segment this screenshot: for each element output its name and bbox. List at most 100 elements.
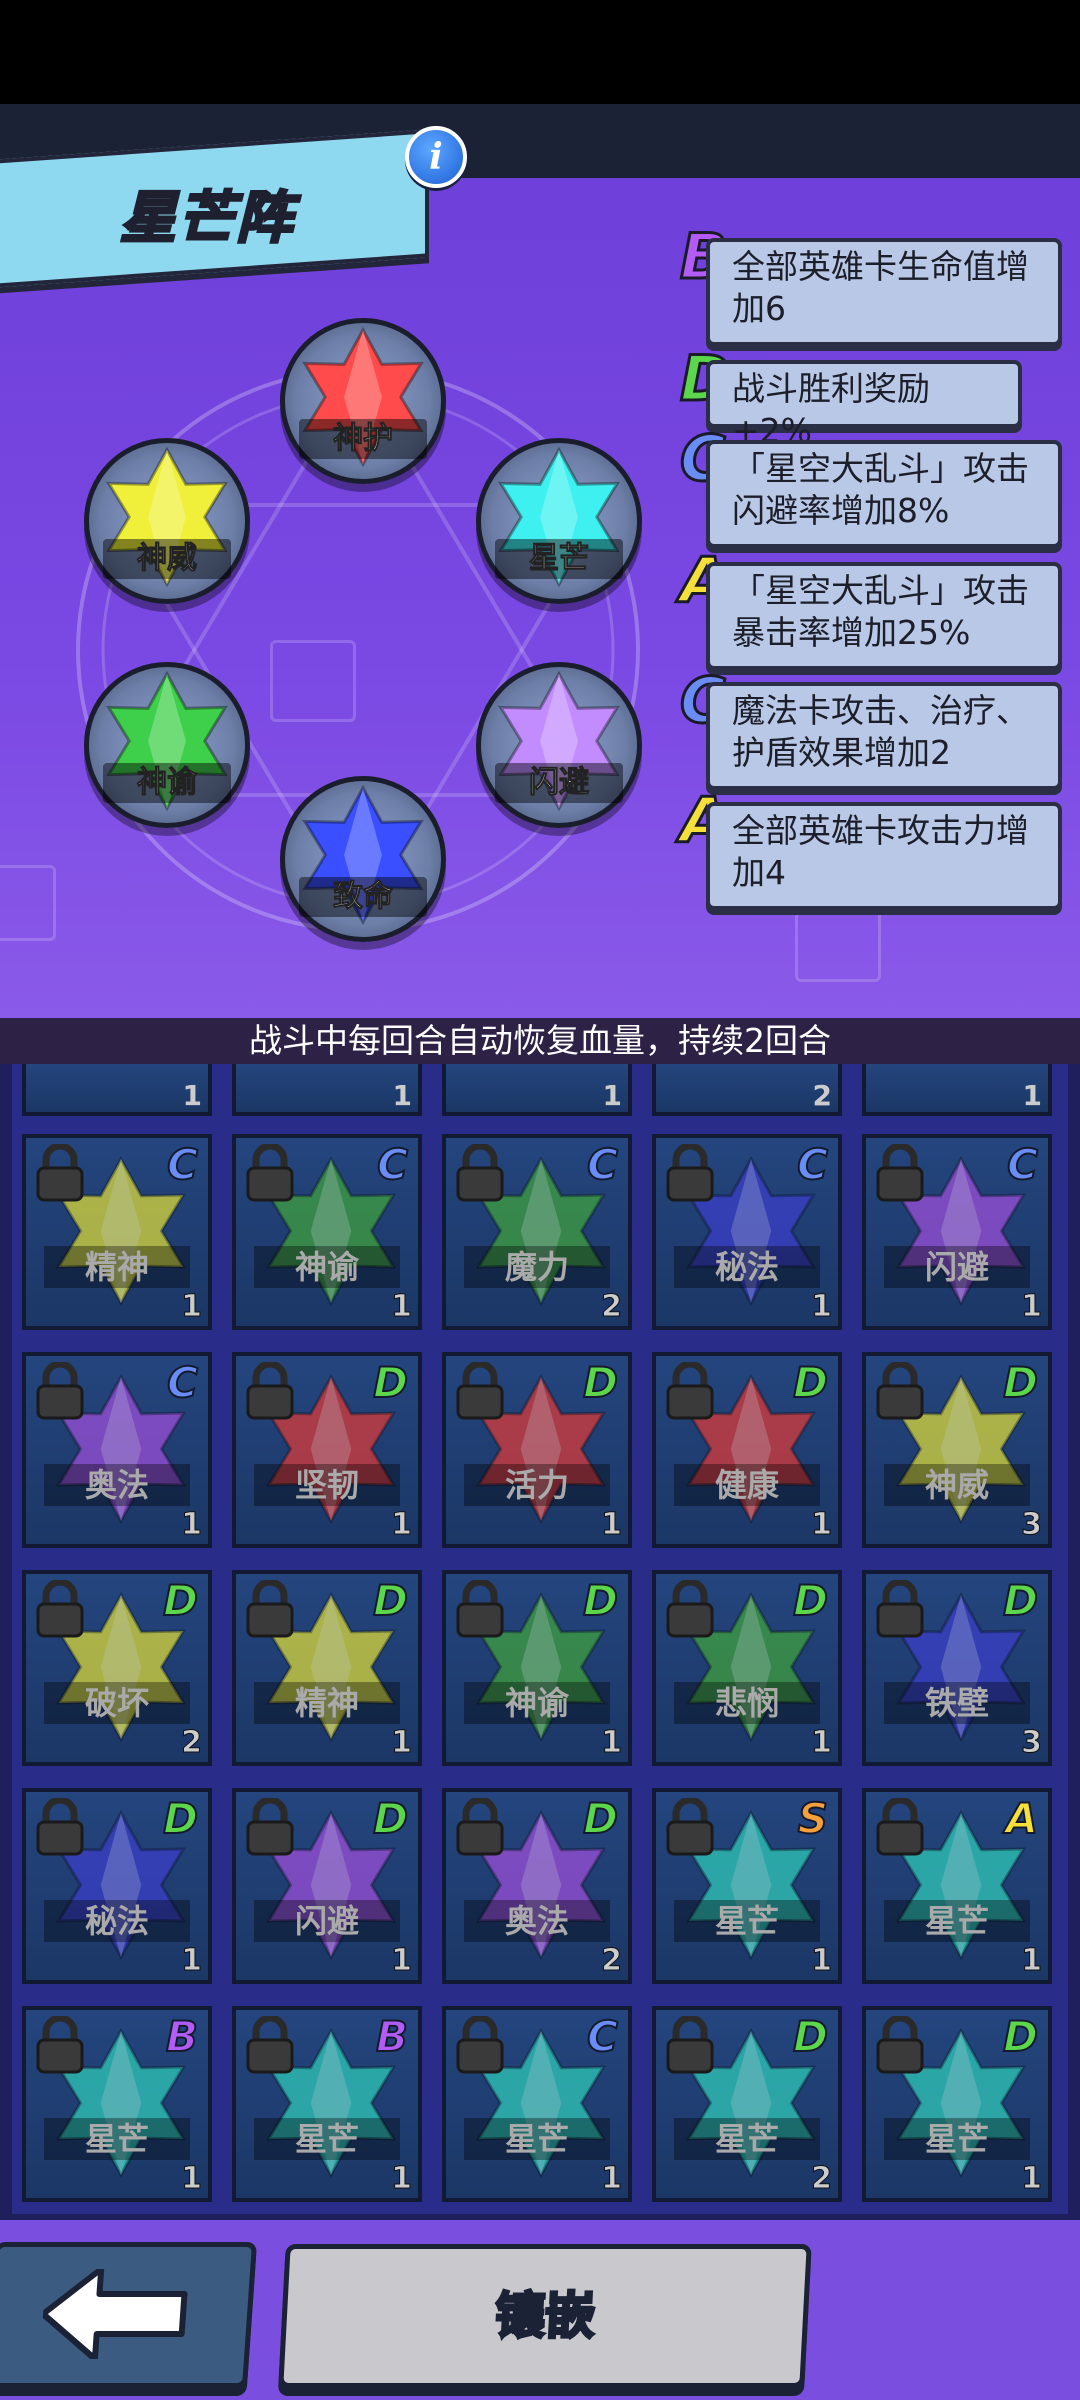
card-grade: D bbox=[792, 1575, 829, 1626]
card-label: 精神 bbox=[254, 1682, 400, 1724]
card-count: 3 bbox=[1021, 1507, 1043, 1543]
lock-icon bbox=[246, 2016, 294, 2074]
lock-icon bbox=[36, 1362, 84, 1420]
card-count: 1 bbox=[182, 1079, 202, 1112]
gem-card-partial[interactable]: 1 bbox=[22, 1064, 212, 1116]
embed-button[interactable]: 镶嵌 bbox=[278, 2244, 812, 2388]
lock-icon bbox=[876, 1144, 924, 1202]
gem-card[interactable]: D 秘法 1 bbox=[22, 1788, 212, 1984]
lock-icon bbox=[456, 1798, 504, 1856]
gem-card[interactable]: S 星芒 1 bbox=[652, 1788, 842, 1984]
card-label: 闪避 bbox=[884, 1246, 1030, 1288]
card-count: 1 bbox=[602, 1079, 622, 1112]
card-count: 1 bbox=[1022, 1079, 1042, 1112]
gem-socket[interactable]: 神谕 bbox=[84, 662, 250, 828]
gem-card[interactable]: D 悲悯 1 bbox=[652, 1570, 842, 1766]
gem-socket[interactable]: 神威 bbox=[84, 438, 250, 604]
gem-card[interactable]: B 星芒 1 bbox=[22, 2006, 212, 2202]
socket-label: 神护 bbox=[333, 421, 394, 457]
card-label: 精神 bbox=[44, 1246, 190, 1288]
bonus-description: 魔法卡攻击、治疗、护盾效果增加2 bbox=[706, 682, 1062, 790]
card-grade: C bbox=[166, 1357, 199, 1408]
card-grade: D bbox=[1002, 2011, 1039, 2062]
card-label: 秘法 bbox=[44, 1900, 190, 1942]
card-label: 闪避 bbox=[254, 1900, 400, 1942]
card-label: 铁壁 bbox=[884, 1682, 1030, 1724]
card-count: 2 bbox=[811, 2161, 833, 2197]
gem-card-partial[interactable]: 1 bbox=[862, 1064, 1052, 1116]
gem-socket[interactable]: 神护 bbox=[280, 318, 446, 484]
gem-card-partial[interactable]: 1 bbox=[442, 1064, 632, 1116]
gem-card[interactable]: C 神谕 1 bbox=[232, 1134, 422, 1330]
gem-card[interactable]: C 闪避 1 bbox=[862, 1134, 1052, 1330]
lock-icon bbox=[666, 1144, 714, 1202]
gem-card[interactable]: D 神威 3 bbox=[862, 1352, 1052, 1548]
arrow-left-icon bbox=[40, 2269, 188, 2359]
card-grade: D bbox=[792, 2011, 829, 2062]
card-grade: D bbox=[372, 1575, 409, 1626]
card-grade: D bbox=[162, 1793, 199, 1844]
card-count: 1 bbox=[1021, 2161, 1043, 2197]
card-grade: D bbox=[1002, 1357, 1039, 1408]
gem-socket[interactable]: 闪避 bbox=[476, 662, 642, 828]
lock-icon bbox=[456, 1580, 504, 1638]
lock-icon bbox=[456, 2016, 504, 2074]
gem-card[interactable]: D 神谕 1 bbox=[442, 1570, 632, 1766]
bonus-description: 全部英雄卡攻击力增加4 bbox=[706, 802, 1062, 910]
info-icon[interactable]: i bbox=[405, 126, 467, 188]
lock-icon bbox=[666, 1580, 714, 1638]
gem-card[interactable]: D 奥法 2 bbox=[442, 1788, 632, 1984]
card-grade: C bbox=[586, 2011, 619, 2062]
effect-description: 战斗中每回合自动恢复血量，持续2回合 bbox=[0, 1018, 1080, 1064]
card-count: 1 bbox=[1021, 1289, 1043, 1325]
lock-icon bbox=[666, 1362, 714, 1420]
gem-card[interactable]: C 星芒 1 bbox=[442, 2006, 632, 2202]
gem-card[interactable]: C 魔力 2 bbox=[442, 1134, 632, 1330]
lock-icon bbox=[666, 2016, 714, 2074]
gem-card[interactable]: D 活力 1 bbox=[442, 1352, 632, 1548]
card-grade: B bbox=[165, 2011, 199, 2062]
gem-card[interactable]: C 秘法 1 bbox=[652, 1134, 842, 1330]
gem-card-partial[interactable]: 1 bbox=[232, 1064, 422, 1116]
lock-icon bbox=[456, 1144, 504, 1202]
gem-card[interactable]: D 星芒 1 bbox=[862, 2006, 1052, 2202]
gem-socket[interactable]: 致命 bbox=[280, 776, 446, 942]
gem-card[interactable]: D 铁壁 3 bbox=[862, 1570, 1052, 1766]
lock-icon bbox=[876, 1798, 924, 1856]
gem-card[interactable]: B 星芒 1 bbox=[232, 2006, 422, 2202]
lock-icon bbox=[246, 1362, 294, 1420]
card-grade: D bbox=[792, 1357, 829, 1408]
card-count: 1 bbox=[391, 2161, 413, 2197]
card-grade: A bbox=[1004, 1793, 1038, 1844]
bonus-description: 全部英雄卡生命值增加6 bbox=[706, 238, 1062, 346]
card-label: 神谕 bbox=[464, 1682, 610, 1724]
bonus-description: 「星空大乱斗」攻击暴击率增加25% bbox=[706, 562, 1062, 670]
lock-icon bbox=[246, 1798, 294, 1856]
gem-socket[interactable]: 星芒 bbox=[476, 438, 642, 604]
gem-card-partial[interactable]: 2 bbox=[652, 1064, 842, 1116]
card-label: 奥法 bbox=[44, 1464, 190, 1506]
card-grade: C bbox=[796, 1139, 829, 1190]
gem-card[interactable]: D 坚韧 1 bbox=[232, 1352, 422, 1548]
card-label: 活力 bbox=[464, 1464, 610, 1506]
card-label: 星芒 bbox=[464, 2118, 610, 2160]
card-grade: C bbox=[1006, 1139, 1039, 1190]
gem-card[interactable]: D 破坏 2 bbox=[22, 1570, 212, 1766]
lock-icon bbox=[876, 1362, 924, 1420]
gem-card[interactable]: D 精神 1 bbox=[232, 1570, 422, 1766]
card-label: 星芒 bbox=[674, 1900, 820, 1942]
lock-icon bbox=[36, 1798, 84, 1856]
card-grade: S bbox=[797, 1793, 829, 1844]
gem-card[interactable]: A 星芒 1 bbox=[862, 1788, 1052, 1984]
card-count: 1 bbox=[601, 2161, 623, 2197]
card-grade: D bbox=[582, 1357, 619, 1408]
socket-label: 神谕 bbox=[137, 765, 198, 801]
card-count: 1 bbox=[811, 1507, 833, 1543]
back-button[interactable] bbox=[0, 2242, 258, 2388]
gem-card[interactable]: C 奥法 1 bbox=[22, 1352, 212, 1548]
gem-card[interactable]: D 闪避 1 bbox=[232, 1788, 422, 1984]
gem-card[interactable]: C 精神 1 bbox=[22, 1134, 212, 1330]
gem-card[interactable]: D 星芒 2 bbox=[652, 2006, 842, 2202]
card-count: 1 bbox=[181, 2161, 203, 2197]
gem-card[interactable]: D 健康 1 bbox=[652, 1352, 842, 1548]
